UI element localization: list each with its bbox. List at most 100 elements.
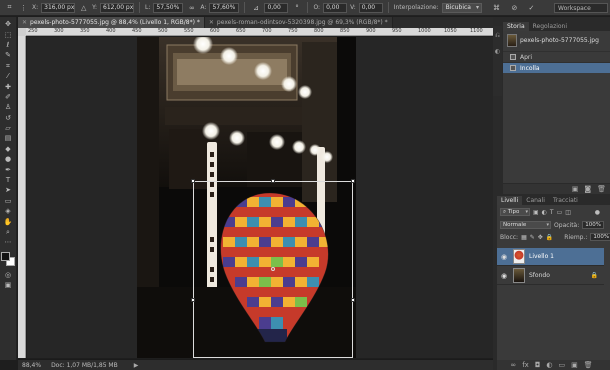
healing-tool-icon[interactable]: ✚ <box>2 82 15 91</box>
transform-handle-top[interactable] <box>271 179 275 183</box>
more-tools-icon[interactable]: ⋯ <box>2 238 15 247</box>
shape-tool-icon[interactable]: ▭ <box>2 197 15 206</box>
transform-handle-top-left[interactable] <box>191 179 195 183</box>
filter-type-icon[interactable]: T <box>550 209 554 216</box>
x-field[interactable]: 316,00 px <box>41 2 76 13</box>
height-field[interactable]: 57,60% <box>209 2 240 13</box>
pen-tool-icon[interactable]: ✒ <box>2 165 15 174</box>
lock-transparent-icon[interactable]: ▦ <box>521 234 527 241</box>
adjustments-panel-icon[interactable]: ◐ <box>495 48 500 55</box>
filter-shape-icon[interactable]: ▭ <box>557 209 563 216</box>
relative-position-icon[interactable]: △ <box>78 2 89 13</box>
move-tool-icon[interactable]: ✥ <box>2 20 15 29</box>
dodge-tool-icon[interactable]: ● <box>2 155 15 164</box>
adjustment-layer-icon[interactable]: ◐ <box>546 361 552 369</box>
layer-row-livello-1[interactable]: ◉ Livello 1 <box>497 248 604 266</box>
fill-field[interactable]: 100% <box>590 233 610 241</box>
transform-tool-icon[interactable]: ⌗ <box>4 2 15 13</box>
filter-smart-icon[interactable]: ◫ <box>565 209 571 216</box>
tab-storia[interactable]: Storia <box>503 22 529 31</box>
new-document-from-state-icon[interactable]: ▣ <box>572 185 579 193</box>
marquee-tool-icon[interactable]: ⬚ <box>2 30 15 39</box>
history-item[interactable]: Apri <box>503 51 610 62</box>
brush-tool-icon[interactable]: ✐ <box>2 93 15 102</box>
vskew-field[interactable]: 0,00 <box>358 2 383 13</box>
3d-tool-icon[interactable]: ◈ <box>2 207 15 216</box>
visibility-eye-icon[interactable]: ◉ <box>501 272 509 280</box>
layer-filter-select[interactable]: ⌕ Tipo <box>500 208 530 216</box>
foreground-color-swatch[interactable] <box>1 251 10 261</box>
quick-select-tool-icon[interactable]: ✎ <box>2 51 15 60</box>
filter-adjust-icon[interactable]: ◐ <box>542 209 547 216</box>
zoom-tool-icon[interactable]: ⌕ <box>2 228 15 237</box>
screen-mode-icon[interactable]: ▣ <box>2 281 15 290</box>
visibility-eye-icon[interactable]: ◉ <box>501 253 509 261</box>
new-layer-icon[interactable]: ▣ <box>571 361 578 369</box>
group-icon[interactable]: ▭ <box>558 361 565 369</box>
horizontal-ruler[interactable]: 250 300 350 400 450 500 550 600 650 700 750 800 850 9… <box>26 28 493 36</box>
layer-row-sfondo[interactable]: ◉ Sfondo 🔒 <box>497 267 604 285</box>
history-brush-tool-icon[interactable]: ↺ <box>2 114 15 123</box>
tab-document-2[interactable]: ✕ pexels-roman-odintsov-5320398.jpg @ 69… <box>204 17 393 28</box>
history-panel-icon[interactable]: ⎌ <box>495 32 500 40</box>
history-snapshot[interactable]: pexels-photo-5777055.jpg <box>503 33 610 48</box>
warp-icon[interactable]: ⌘ <box>491 2 502 13</box>
color-swatches[interactable] <box>1 251 15 266</box>
tab-livelli[interactable]: Livelli <box>497 196 523 205</box>
tab-regolazioni[interactable]: Regolazioni <box>529 22 571 31</box>
delete-layer-icon[interactable]: 🗑 <box>584 361 593 369</box>
tab-document-1[interactable]: ✕ pexels-photo-5777055.jpg @ 88,4% (Live… <box>18 17 205 28</box>
hand-tool-icon[interactable]: ✋ <box>2 217 15 226</box>
history-item[interactable]: Incolla <box>503 62 610 73</box>
zoom-level[interactable]: 88,4% <box>22 362 41 369</box>
vskew-label: V: <box>350 4 356 11</box>
filter-toggle-icon[interactable]: ● <box>595 209 600 216</box>
eyedropper-tool-icon[interactable]: ⁄ <box>2 72 15 81</box>
ruler-corner[interactable] <box>18 28 26 36</box>
quick-mask-icon[interactable]: ◎ <box>2 271 15 280</box>
type-tool-icon[interactable]: T <box>2 176 15 185</box>
commit-transform-icon[interactable]: ✓ <box>526 2 537 13</box>
path-select-tool-icon[interactable]: ➤ <box>2 186 15 195</box>
link-icon[interactable]: ∞ <box>186 2 197 13</box>
status-menu-icon[interactable]: ▶ <box>134 362 139 369</box>
stamp-tool-icon[interactable]: ♙ <box>2 103 15 112</box>
vertical-ruler[interactable] <box>18 36 26 358</box>
layer-style-icon[interactable]: fx <box>522 361 529 369</box>
interpolation-select[interactable]: Bicubica <box>441 2 482 13</box>
eraser-tool-icon[interactable]: ▱ <box>2 124 15 133</box>
crop-tool-icon[interactable]: ⌗ <box>2 62 15 71</box>
lock-pixels-icon[interactable]: ✎ <box>530 234 535 241</box>
transform-handle-center[interactable] <box>271 267 275 271</box>
width-field[interactable]: 57,50% <box>153 2 184 13</box>
gradient-tool-icon[interactable]: ▤ <box>2 134 15 143</box>
transform-handle-top-right[interactable] <box>351 179 355 183</box>
snapshot-camera-icon[interactable]: ◙ <box>584 185 591 193</box>
cancel-transform-icon[interactable]: ⊘ <box>509 2 520 13</box>
lock-all-icon[interactable]: 🔒 <box>546 234 553 241</box>
filter-pixel-icon[interactable]: ▣ <box>533 209 539 216</box>
blend-mode-select[interactable]: Normale <box>500 221 552 229</box>
tab-tracciati[interactable]: Tracciati <box>549 196 582 205</box>
opacity-label: Opacità: <box>554 221 580 229</box>
document-canvas[interactable] <box>27 37 493 358</box>
link-layers-icon[interactable]: ∞ <box>510 361 516 369</box>
workspace-select[interactable]: Workspace <box>554 3 608 13</box>
reference-point-icon[interactable]: ⋮ <box>18 2 29 13</box>
hskew-label: O: <box>313 4 321 11</box>
opacity-field[interactable]: 100% <box>582 221 604 229</box>
tab-close-icon[interactable]: ✕ <box>22 19 27 26</box>
hskew-field[interactable]: 0,00 <box>323 2 348 13</box>
rotate-field[interactable]: 0,00 <box>264 2 289 13</box>
lock-position-icon[interactable]: ✥ <box>538 234 543 241</box>
trash-icon[interactable]: 🗑 <box>597 185 606 193</box>
y-field[interactable]: 612,00 px <box>100 2 135 13</box>
transform-handle-left[interactable] <box>191 298 195 302</box>
lasso-tool-icon[interactable]: ℓ <box>2 41 15 50</box>
history-panel-tabs: Storia Regolazioni <box>503 22 610 31</box>
tab-close-icon[interactable]: ✕ <box>209 19 214 26</box>
transform-handle-right[interactable] <box>351 298 355 302</box>
tab-canali[interactable]: Canali <box>522 196 549 205</box>
layer-mask-icon[interactable]: ◘ <box>535 361 541 369</box>
blur-tool-icon[interactable]: ◆ <box>2 145 15 154</box>
